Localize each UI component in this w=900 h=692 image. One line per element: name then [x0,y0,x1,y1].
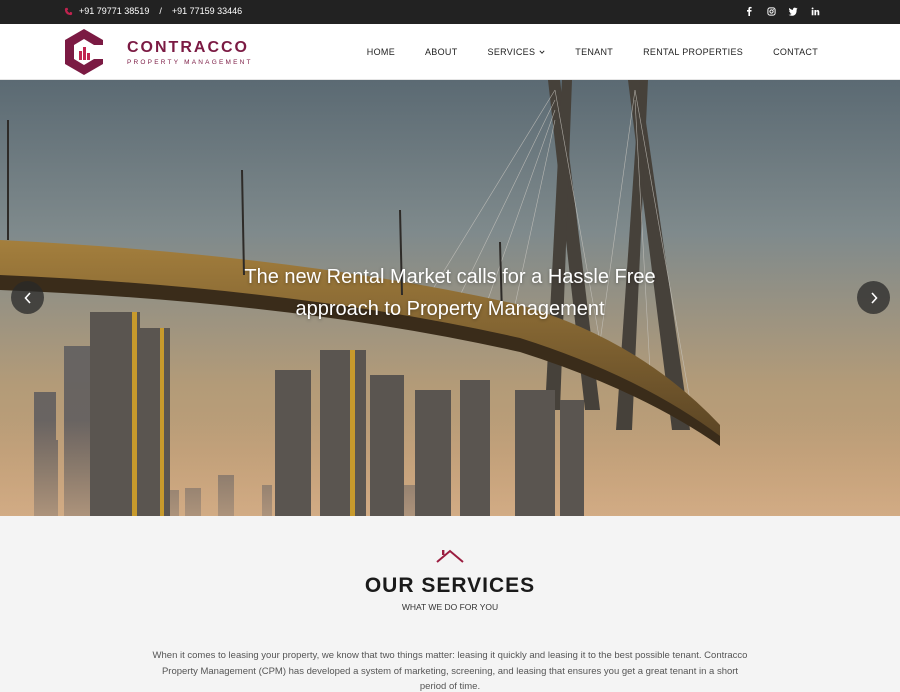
hero-slider: The new Rental Market calls for a Hassle… [0,80,900,516]
slider-next-button[interactable] [857,281,890,314]
hero-headline: The new Rental Market calls for a Hassle… [150,261,750,325]
services-subtitle: WHAT WE DO FOR YOU [401,602,499,612]
main-nav: HOME ABOUT SERVICES TENANT RENTAL PROPER… [367,47,818,57]
hero-headline-line-2: approach to Property Management [295,298,605,320]
services-section: OUR SERVICES WHAT WE DO FOR YOU When it … [0,516,900,692]
linkedin-icon[interactable] [810,6,820,16]
hero-headline-line-1: The new Rental Market calls for a Hassle… [244,266,656,288]
facebook-icon[interactable] [744,6,754,16]
brand-tagline: PROPERTY MANAGEMENT [127,58,253,66]
services-description: When it comes to leasing your property, … [152,650,748,692]
house-roof-icon [436,549,464,563]
nav-item-home[interactable]: HOME [367,47,395,57]
site-header: CONTRACCO PROPERTY MANAGEMENT HOME ABOUT… [0,24,900,80]
services-title: OUR SERVICES [364,574,536,597]
contact-phones: +91 79771 38519 / +91 77159 33446 [64,6,242,16]
nav-item-rental-properties[interactable]: RENTAL PROPERTIES [643,47,743,57]
site-logo[interactable]: CONTRACCO PROPERTY MANAGEMENT [63,27,253,77]
brand-name: CONTRACCO [127,38,249,56]
chevron-down-icon [539,49,545,55]
phone-number-1[interactable]: +91 79771 38519 [79,6,149,16]
slider-prev-button[interactable] [11,281,44,314]
chevron-left-icon [23,291,31,304]
twitter-icon[interactable] [788,6,798,16]
nav-item-services-label: SERVICES [487,47,536,57]
chevron-right-icon [870,291,878,304]
top-bar: +91 79771 38519 / +91 77159 33446 [0,0,900,24]
phone-number-2[interactable]: +91 77159 33446 [172,6,242,16]
nav-item-contact[interactable]: CONTACT [773,47,818,57]
logo-mark-icon [65,29,105,75]
instagram-icon[interactable] [766,6,776,16]
nav-item-about[interactable]: ABOUT [425,47,458,57]
phone-icon [64,7,73,16]
phone-separator: / [159,6,162,16]
nav-item-tenant[interactable]: TENANT [575,47,613,57]
social-links [744,6,820,16]
logo-text: CONTRACCO PROPERTY MANAGEMENT [127,39,253,66]
nav-item-services[interactable]: SERVICES [488,47,546,57]
